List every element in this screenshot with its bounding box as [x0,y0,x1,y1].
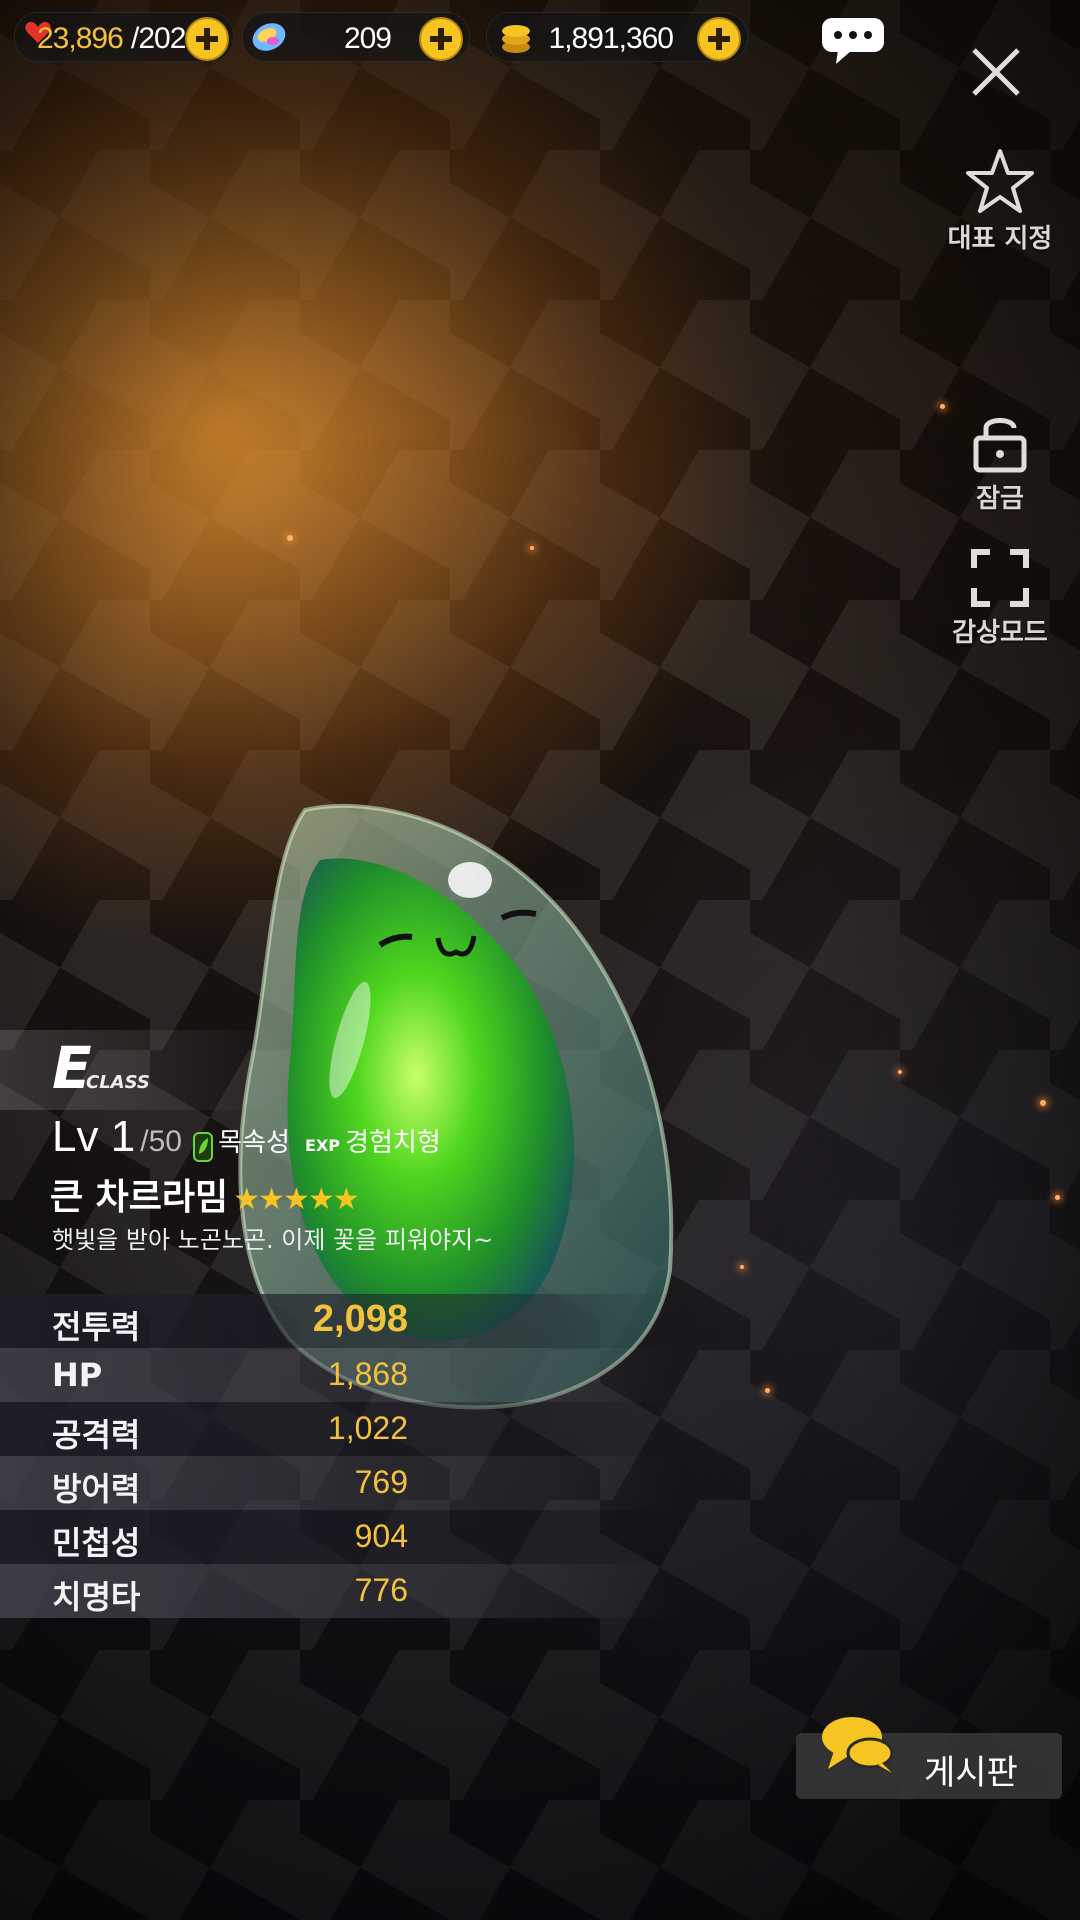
stat-label: 공격력 [52,1416,141,1454]
stat-row-hp: HP 1,868 [0,1348,680,1402]
character-name: 큰 차르라밈 [50,1177,229,1218]
favorite-label: 대표 지정 [947,224,1053,254]
ember [765,1388,770,1393]
star-outline-icon [966,149,1034,213]
character-description: 햇빛을 받아 노곤노곤. 이제 꽃을 피워야지~ [52,1226,494,1254]
stat-row-defense: 방어력 769 [0,1456,680,1510]
ember [898,1070,902,1074]
ember [740,1265,744,1269]
fullscreen-icon [971,549,1029,607]
lock-icon [973,418,1027,473]
stat-row-critical: 치명타 776 [0,1564,680,1618]
gem-icon [252,23,286,51]
close-icon[interactable] [968,44,1024,100]
type-label: 경험치형 [345,1128,441,1158]
ember [940,404,945,409]
exp-tag: EXP [305,1136,341,1155]
ember [1055,1195,1060,1200]
stat-value: 2,098 [312,1298,408,1340]
ember [530,546,534,550]
class-badge: E CLASS [0,1030,290,1110]
stat-row-agility: 민첩성 904 [0,1510,680,1564]
gem-pill: 209 [242,12,470,62]
stat-value: 1,868 [327,1356,408,1392]
board-label: 게시판 [924,1753,1018,1793]
view-mode-label: 감상모드 [952,618,1048,648]
star-rating: ★★★★★ [233,1182,359,1217]
stat-label: HP [52,1356,103,1394]
stat-label: 전투력 [52,1308,141,1346]
level-current: Lv 1 [52,1112,136,1161]
lock-label: 잠금 [976,484,1024,514]
stat-value: 1,022 [327,1410,408,1446]
stat-label: 민첩성 [52,1524,141,1562]
ember [1040,1100,1046,1106]
stat-row-power: 전투력 2,098 [0,1294,680,1348]
lock-button[interactable]: 잠금 [940,410,1060,515]
chat-icon[interactable] [820,16,886,66]
stat-value: 904 [354,1518,408,1554]
class-word: CLASS [86,1072,150,1093]
stamina-max: /202 [131,22,186,55]
stamina-current: 23,896 [37,22,124,55]
add-gold-button[interactable] [697,17,741,61]
level-row: Lv 1 /50 목속성 EXP 경험치형 [52,1112,441,1162]
ember [287,535,293,541]
stamina-pill: 23,896 /202 [14,12,234,62]
board-button[interactable]: 게시판 [796,1717,1062,1799]
element-label: 목속성 [218,1128,290,1158]
gold-count: 1,891,360 [548,22,674,55]
gem-count: 209 [343,22,392,55]
speech-bubbles-icon [822,1717,894,1773]
stat-value: 776 [354,1572,408,1608]
name-row: 큰 차르라밈 ★★★★★ [50,1168,360,1220]
leaf-icon [193,1131,214,1162]
favorite-button[interactable]: 대표 지정 [930,148,1070,255]
stat-value: 769 [354,1464,408,1500]
gold-coin-icon [502,25,530,53]
add-gems-button[interactable] [419,17,463,61]
gold-pill: 1,891,360 [486,12,748,62]
stat-row-attack: 공격력 1,022 [0,1402,680,1456]
level-max: /50 [140,1125,182,1158]
view-mode-button[interactable]: 감상모드 [930,548,1070,649]
stat-label: 방어력 [52,1470,141,1508]
add-stamina-button[interactable] [185,17,229,61]
stat-label: 치명타 [52,1578,141,1616]
